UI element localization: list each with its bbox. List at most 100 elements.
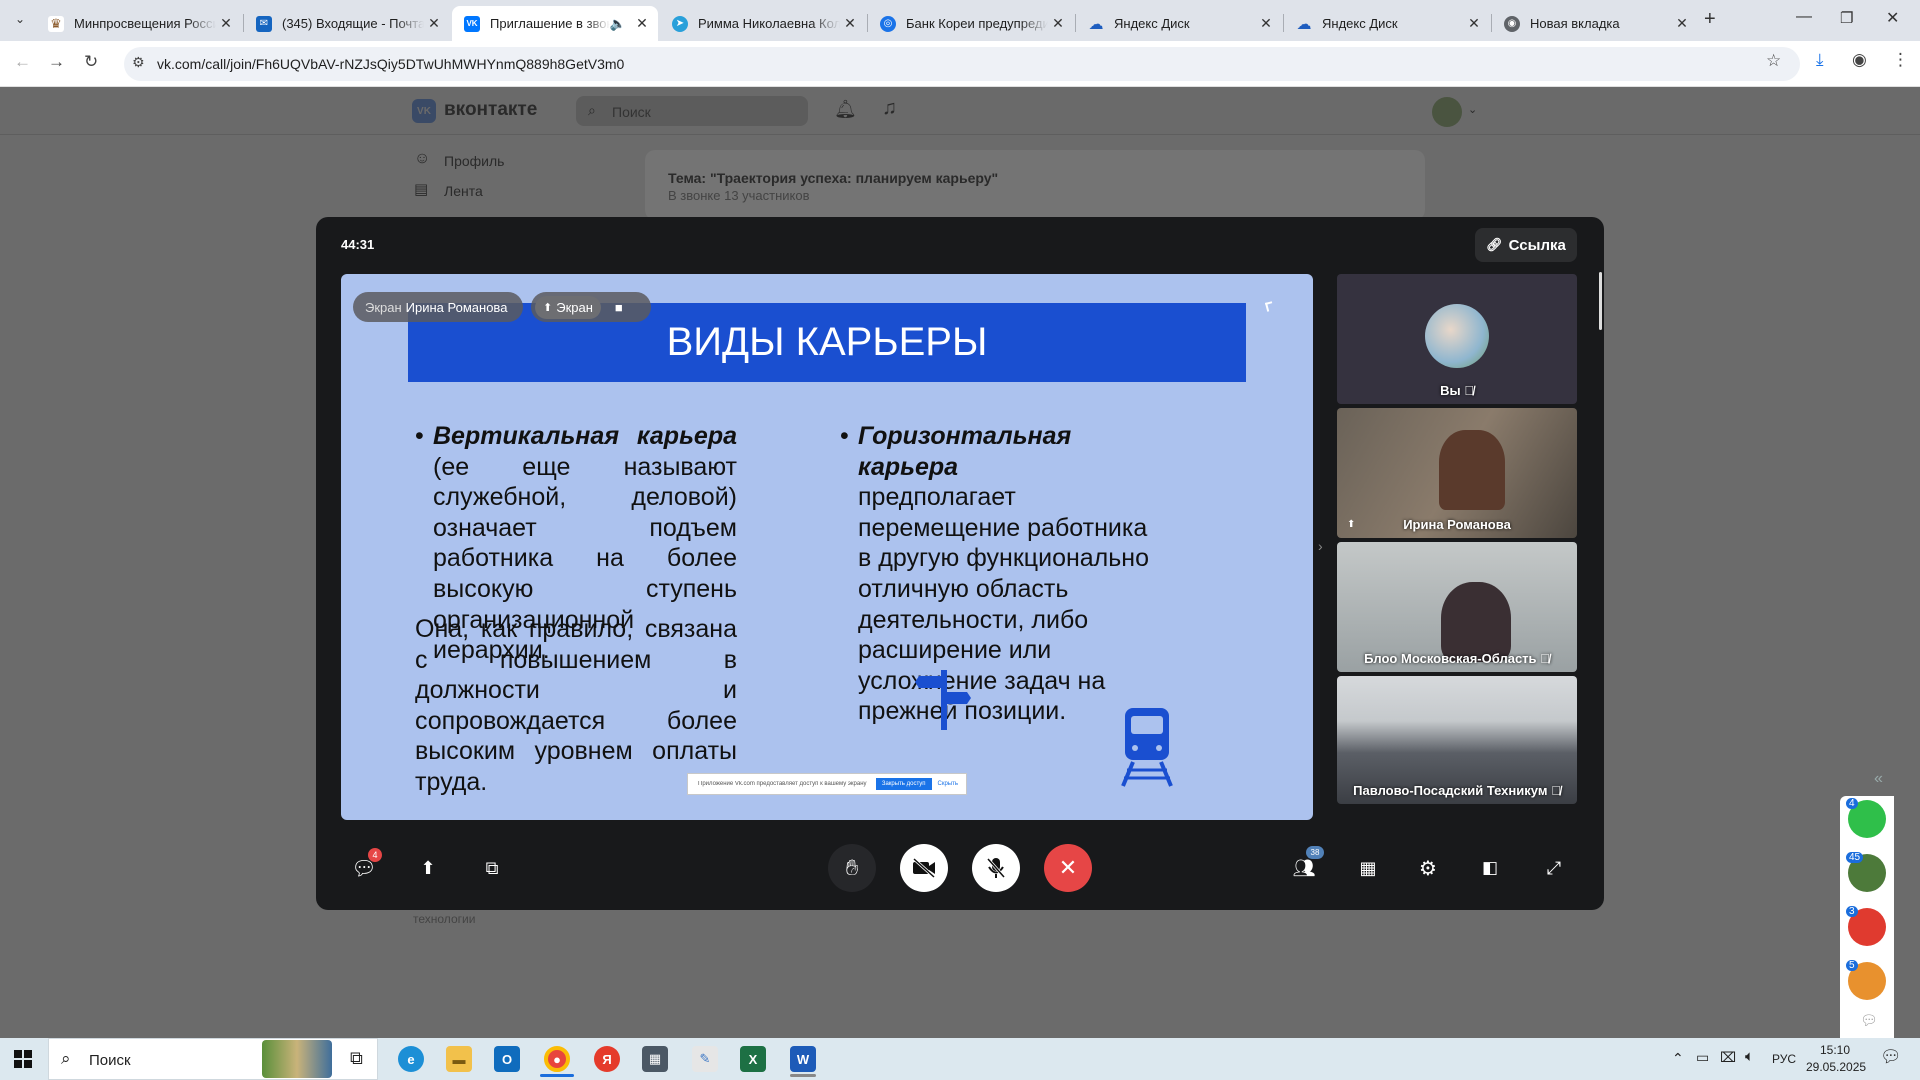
bell-icon[interactable]: 🔔︎	[834, 99, 857, 120]
meet-now-icon[interactable]: ▭	[1696, 1049, 1709, 1066]
back-icon[interactable]: ←	[14, 52, 31, 72]
reload-icon[interactable]: ↻	[84, 52, 98, 72]
menu-item-feed[interactable]: Лента	[444, 183, 483, 199]
browser-tab[interactable]: ◎ Банк Кореи предупреди ✕	[868, 6, 1074, 41]
url-text[interactable]: vk.com/call/join/Fh6UQVbAV-rNZJsQiy5DTwU…	[157, 56, 624, 72]
browser-tab[interactable]: ➤ Римма Николаевна Колл ✕	[660, 6, 866, 41]
feed-menu-icon: ▤	[414, 181, 429, 198]
screen-badge-label: Экран	[556, 299, 593, 315]
paint-icon[interactable]: ✎	[692, 1046, 718, 1072]
fullscreen-button[interactable]: ⤢	[1538, 852, 1570, 884]
notifications-icon[interactable]: 💬︎	[1880, 1047, 1902, 1067]
restore-icon[interactable]: ❐	[1840, 9, 1853, 27]
download-icon[interactable]: ⤓	[1816, 50, 1824, 70]
tab-title: Банк Кореи предупреди	[906, 16, 1048, 31]
tab-title: (345) Входящие - Почта	[282, 16, 424, 31]
browser-tab[interactable]: ☁ Яндекс Диск ✕	[1076, 6, 1282, 41]
mic-off-button[interactable]	[972, 844, 1020, 892]
record-button[interactable]: ⧉	[476, 852, 508, 884]
side-app-gift-icon[interactable]: 5	[1846, 960, 1886, 1000]
menu-icon[interactable]: ⋮	[1892, 50, 1909, 70]
search-icon: ⌕	[588, 102, 596, 118]
volume-icon[interactable]: 🔈︎	[1745, 1048, 1754, 1065]
minimize-icon[interactable]: —	[1796, 8, 1812, 26]
word-icon[interactable]: W	[790, 1046, 816, 1072]
bookmark-star-icon[interactable]: ☆	[1766, 51, 1781, 71]
settings-button[interactable]: ⚙	[1412, 852, 1444, 884]
edge-icon[interactable]: e	[398, 1046, 424, 1072]
camera-icon[interactable]: ■	[615, 300, 623, 315]
taskbar-search-label: Поиск	[89, 1052, 131, 1069]
copy-link-button[interactable]: 🔗︎ Ссылка	[1475, 228, 1577, 262]
vk-search-input[interactable]	[576, 96, 808, 126]
tab-close-icon[interactable]: ✕	[1256, 15, 1276, 32]
collapse-sidebar-icon[interactable]: «	[1874, 770, 1883, 788]
side-app-flame-icon[interactable]: 3	[1846, 906, 1886, 946]
new-tab-icon[interactable]: +	[1704, 8, 1716, 31]
yandex-browser-icon[interactable]: Я	[594, 1046, 620, 1072]
participant-tile[interactable]: Блоо Московская-Область 🎙̸	[1337, 542, 1577, 672]
camera-off-button[interactable]	[900, 844, 948, 892]
tray-chevron-icon[interactable]: ⌃	[1672, 1050, 1684, 1067]
start-icon[interactable]	[14, 1050, 32, 1068]
participant-video	[1439, 430, 1505, 510]
browser-tab[interactable]: ☁ Яндекс Диск ✕	[1284, 6, 1490, 41]
network-icon[interactable]: ⌧	[1720, 1049, 1736, 1066]
site-info-icon[interactable]: ⚙	[132, 54, 145, 71]
music-icon[interactable]: ♫	[882, 97, 897, 120]
stop-sharing-button[interactable]: Закрыть доступ	[875, 778, 932, 790]
side-chat-icon[interactable]: 💬︎	[1860, 1012, 1878, 1029]
file-explorer-icon[interactable]: ▬	[446, 1046, 472, 1072]
forward-icon[interactable]: →	[48, 52, 65, 72]
close-window-icon[interactable]: ✕	[1886, 8, 1899, 28]
browser-tab-active[interactable]: VK Приглашение в звон 🔈 ✕	[452, 6, 658, 41]
task-view-icon[interactable]: ⧉	[350, 1048, 363, 1069]
tab-close-icon[interactable]: ✕	[840, 15, 860, 32]
browser-tab[interactable]: ◉ Новая вкладка ✕	[1492, 6, 1698, 41]
calculator-icon[interactable]: ▦	[642, 1046, 668, 1072]
chat-button[interactable]: 💬︎ 4	[348, 848, 382, 884]
browser-tab[interactable]: ✉ (345) Входящие - Почта ✕	[244, 6, 450, 41]
tab-close-icon[interactable]: ✕	[1464, 15, 1484, 32]
tab-close-icon[interactable]: ✕	[632, 15, 652, 32]
outlook-icon[interactable]: O	[494, 1046, 520, 1072]
tab-close-icon[interactable]: ✕	[1048, 15, 1068, 32]
screen-badge[interactable]: ⬆ Экран	[535, 295, 601, 319]
input-language[interactable]: РУС	[1772, 1052, 1796, 1066]
end-call-button[interactable]: ✕	[1044, 844, 1092, 892]
vk-logo-icon[interactable]: VK	[412, 99, 436, 123]
screen-label: Экран	[365, 299, 402, 315]
expand-panel-icon[interactable]: ›	[1318, 538, 1323, 554]
chevron-down-icon[interactable]: ⌄	[1468, 103, 1477, 116]
menu-item-profile[interactable]: Профиль	[444, 153, 504, 169]
participant-tile[interactable]: ⬆ Ирина Романова	[1337, 408, 1577, 538]
participant-tile[interactable]: Павлово-Посадский Техникум 🎙̸	[1337, 676, 1577, 804]
profile-icon[interactable]: ◉	[1852, 50, 1867, 70]
vk-logo-text[interactable]: вконтакте	[444, 99, 537, 121]
chrome-icon[interactable]: ●	[544, 1046, 570, 1072]
tab-audio-icon[interactable]: 🔈	[610, 16, 626, 32]
tab-close-icon[interactable]: ✕	[216, 15, 236, 32]
side-app-whatsapp-icon[interactable]: 4	[1846, 798, 1886, 838]
avatar[interactable]	[1432, 97, 1462, 127]
app-badge: 3	[1846, 906, 1858, 917]
participants-button[interactable]: 👥︎ 38	[1288, 846, 1324, 884]
side-app-landscape-icon[interactable]: 45	[1846, 852, 1886, 892]
participants-line: В звонке 13 участников	[668, 188, 810, 203]
share-screen-button[interactable]: ⬆	[412, 852, 444, 884]
tab-search-icon[interactable]: ⌄	[10, 12, 30, 30]
clock-date[interactable]: 29.05.2025	[1806, 1060, 1866, 1074]
clock-time[interactable]: 15:10	[1820, 1043, 1850, 1057]
pip-button[interactable]: ◧	[1474, 852, 1506, 884]
tab-close-icon[interactable]: ✕	[424, 15, 444, 32]
excel-icon[interactable]: X	[740, 1046, 766, 1072]
participant-name: Блоо Московская-Область	[1364, 651, 1537, 666]
raise-hand-button[interactable]: ✋︎	[828, 844, 876, 892]
participant-tile-you[interactable]: Вы 🎙̸	[1337, 274, 1577, 404]
browser-tab[interactable]: ♛ Минпросвещения Росси ✕	[36, 6, 242, 41]
grid-layout-button[interactable]: ▦	[1352, 852, 1384, 884]
tiles-scrollbar[interactable]	[1599, 272, 1602, 330]
tab-close-icon[interactable]: ✕	[1672, 15, 1692, 32]
screen-share-bar: Приложение Vk.com предоставляет доступ к…	[687, 773, 967, 795]
hide-share-bar-button[interactable]: Скрыть	[938, 781, 958, 787]
